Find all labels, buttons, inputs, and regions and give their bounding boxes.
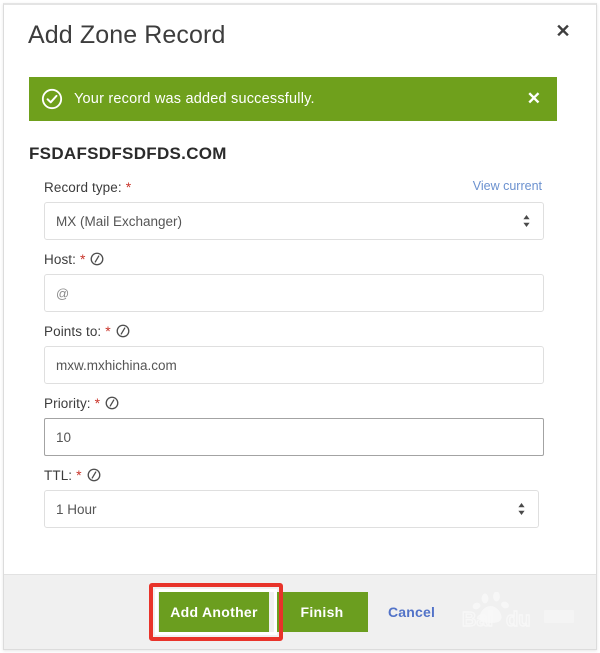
chevron-updown-icon: [523, 215, 530, 227]
field-ttl: TTL: * 1 Hour: [44, 465, 544, 528]
priority-input-value: 10: [56, 429, 72, 445]
field-label-row: Host: *: [44, 249, 544, 269]
required-marker: *: [105, 323, 111, 339]
success-alert: Your record was added successfully. ✕: [29, 77, 557, 121]
view-current-link[interactable]: View current: [473, 179, 542, 193]
dialog-footer: Add Another Finish Cancel: [4, 574, 596, 649]
add-zone-record-dialog: Add Zone Record ✕ Your record was added …: [3, 3, 597, 650]
field-label-row: Priority: *: [44, 393, 544, 413]
record-type-select[interactable]: MX (Mail Exchanger): [44, 202, 544, 240]
ttl-select-value: 1 Hour: [56, 501, 97, 517]
record-type-select-value: MX (Mail Exchanger): [56, 213, 183, 229]
info-icon[interactable]: [90, 252, 104, 266]
field-label-priority: Priority:: [44, 395, 91, 411]
field-label-ttl: TTL:: [44, 467, 73, 483]
add-another-button[interactable]: Add Another: [159, 592, 269, 632]
info-icon[interactable]: [105, 396, 119, 410]
field-record-type: Record type: * View current MX (Mail Exc…: [44, 177, 544, 240]
host-input[interactable]: @: [44, 274, 544, 312]
info-icon[interactable]: [116, 324, 130, 338]
field-label-host: Host:: [44, 251, 77, 267]
required-marker: *: [94, 395, 101, 411]
cancel-link[interactable]: Cancel: [388, 604, 435, 620]
footer-actions: Add Another Finish Cancel: [159, 592, 435, 632]
finish-button[interactable]: Finish: [276, 592, 368, 632]
alert-close-icon[interactable]: ✕: [527, 89, 541, 109]
required-marker: *: [80, 251, 86, 267]
required-marker: *: [125, 179, 132, 195]
dialog-body: Add Zone Record ✕ Your record was added …: [4, 5, 596, 577]
info-icon[interactable]: [87, 468, 101, 482]
field-label-row: Record type: *: [44, 177, 544, 197]
domain-name: FSDAFSDFSDFDS.COM: [29, 144, 227, 163]
points-to-input-value: mxw.mxhichina.com: [56, 357, 177, 373]
chevron-updown-icon: [518, 503, 525, 515]
zone-record-form: Record type: * View current MX (Mail Exc…: [44, 177, 544, 537]
check-circle-icon: [41, 88, 63, 110]
field-host: Host: * @: [44, 249, 544, 312]
field-label-record-type: Record type:: [44, 179, 122, 195]
success-alert-message: Your record was added successfully.: [74, 91, 315, 107]
page-title: Add Zone Record: [28, 21, 226, 49]
points-to-input[interactable]: mxw.mxhichina.com: [44, 346, 544, 384]
field-priority: Priority: * 10: [44, 393, 544, 456]
priority-input[interactable]: 10: [44, 418, 544, 456]
field-label-row: TTL: *: [44, 465, 544, 485]
close-icon[interactable]: ✕: [552, 20, 574, 42]
host-input-value: @: [56, 285, 70, 301]
field-label-points-to: Points to:: [44, 323, 102, 339]
required-marker: *: [76, 467, 82, 483]
field-points-to: Points to: * mxw.mxhichina.com: [44, 321, 544, 384]
field-label-row: Points to: *: [44, 321, 544, 341]
ttl-select[interactable]: 1 Hour: [44, 490, 539, 528]
